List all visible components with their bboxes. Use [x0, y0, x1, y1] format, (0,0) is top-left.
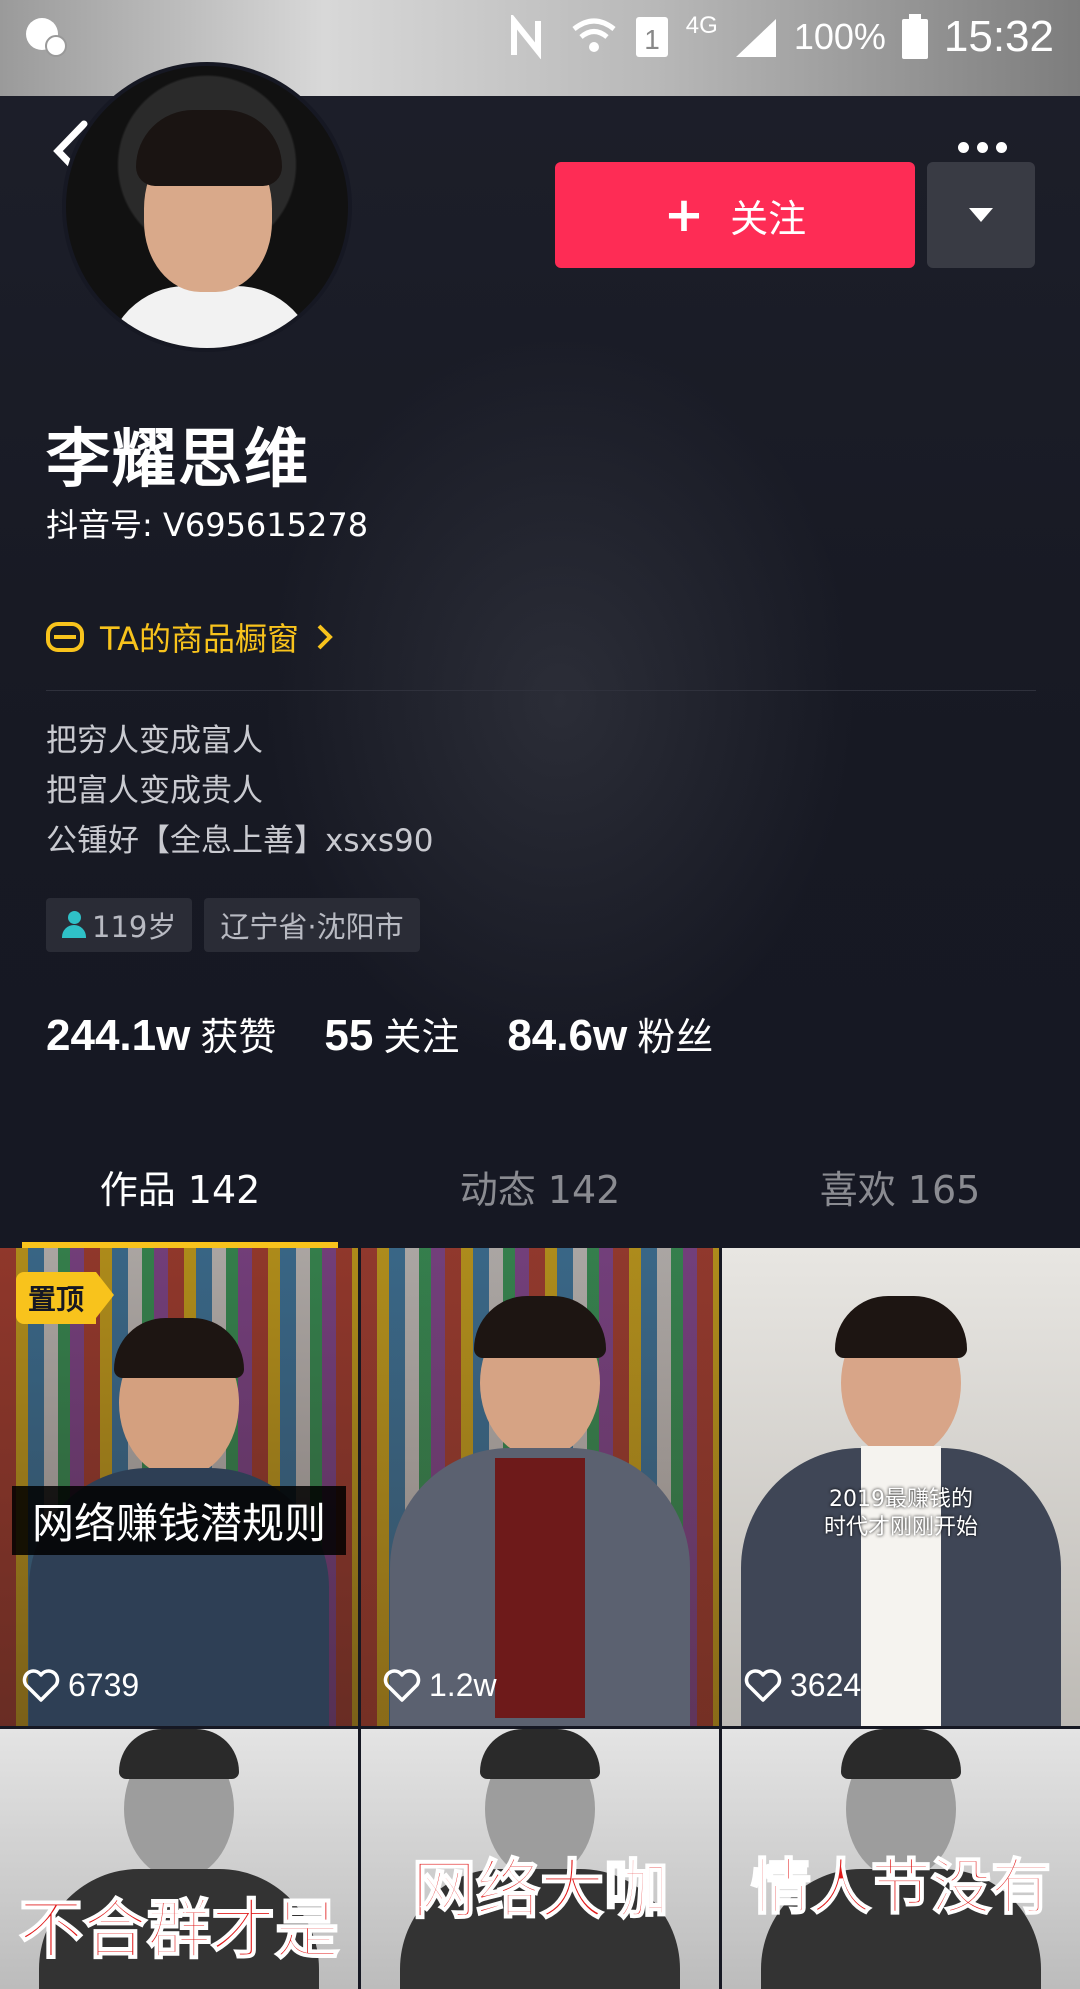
status-bar: 1 4G 100% 15:32 — [0, 0, 1080, 78]
likes-count: 1.2w — [429, 1667, 497, 1703]
video-likes: 1.2w — [383, 1667, 497, 1704]
bio-line: 把富人变成贵人 — [46, 773, 263, 809]
more-options-icon[interactable] — [958, 132, 1012, 162]
pinned-badge: 置顶 — [16, 1272, 115, 1324]
video-caption: 情人节没有 — [750, 1852, 1052, 1924]
video-thumbnail[interactable]: 情人节没有 — [722, 1729, 1080, 1989]
nfc-icon — [510, 15, 541, 59]
video-caption: 2019最赚钱的 时代才刚刚开始 — [823, 1487, 978, 1540]
bio: 把穷人变成富人 把富人变成贵人 公锺好【全息上善】xsxs90 — [46, 716, 433, 866]
shop-window-link[interactable]: TA的商品橱窗 — [46, 614, 335, 660]
age-tag: 119岁 — [46, 898, 193, 952]
profile-stats: 244.1w 获赞 55 关注 84.6w 粉丝 — [46, 1006, 713, 1061]
person-icon — [62, 911, 86, 939]
profile-tags: 119岁 辽宁省·沈阳市 — [46, 898, 420, 952]
follow-button[interactable]: + 关注 — [555, 162, 915, 268]
video-caption: 不合群才是 — [18, 1893, 340, 1969]
battery-icon — [901, 14, 928, 59]
tab-posts[interactable]: 动态 142 — [360, 1144, 720, 1248]
chevron-right-icon — [317, 624, 333, 650]
video-thumbnail[interactable]: 不合群才是 — [0, 1729, 358, 1989]
douyin-id: 抖音号: V695615278 — [46, 506, 369, 544]
profile-name: 李耀思维 — [46, 423, 310, 497]
bio-line: 把穷人变成富人 — [46, 723, 263, 759]
followers-stat[interactable]: 84.6w 粉丝 — [507, 1006, 713, 1061]
tab-works[interactable]: 作品 142 — [0, 1144, 360, 1248]
stat-label: 获赞 — [200, 1015, 277, 1059]
likes-stat[interactable]: 244.1w 获赞 — [46, 1006, 276, 1061]
stat-number: 244.1w — [46, 1011, 191, 1060]
following-stat[interactable]: 55 关注 — [324, 1006, 459, 1061]
wifi-icon — [572, 18, 616, 52]
video-thumbnail[interactable]: 1.2w — [361, 1248, 719, 1726]
video-caption: 网络大咖 — [411, 1853, 669, 1929]
video-thumbnail[interactable]: 网络大咖 — [361, 1729, 719, 1989]
stat-label: 关注 — [383, 1015, 460, 1059]
location-tag: 辽宁省·沈阳市 — [204, 898, 420, 952]
tab-likes[interactable]: 喜欢 165 — [720, 1144, 1080, 1248]
triangle-down-icon — [969, 208, 993, 222]
video-caption: 网络赚钱潜规则 — [12, 1486, 346, 1555]
battery-percent: 100% — [793, 16, 886, 57]
avatar[interactable] — [62, 62, 352, 352]
stat-number: 55 — [324, 1011, 374, 1060]
divider — [46, 690, 1036, 691]
follow-label: 关注 — [730, 196, 807, 241]
stat-label: 粉丝 — [637, 1015, 714, 1059]
age-label: 119岁 — [92, 910, 177, 944]
bio-line: 公锺好【全息上善】xsxs90 — [46, 823, 434, 859]
heart-icon — [22, 1668, 60, 1702]
signal-icon — [735, 19, 776, 57]
video-thumbnail[interactable]: 置顶 网络赚钱潜规则 6739 — [0, 1248, 358, 1726]
video-likes: 3624 — [744, 1667, 861, 1704]
location-label: 辽宁省·沈阳市 — [220, 910, 404, 944]
recommend-dropdown-button[interactable] — [927, 162, 1035, 268]
notification-icon — [26, 18, 67, 57]
sim-icon: 1 — [635, 17, 668, 57]
network-type: 4G — [685, 12, 718, 39]
video-likes: 6739 — [22, 1667, 139, 1704]
stat-number: 84.6w — [507, 1011, 628, 1060]
clock: 15:32 — [943, 12, 1054, 61]
plus-icon: + — [663, 187, 705, 243]
shop-link-label: TA的商品橱窗 — [100, 620, 299, 658]
shop-icon — [46, 622, 84, 652]
content-tabs: 作品 142 动态 142 喜欢 165 — [0, 1144, 1080, 1248]
heart-icon — [744, 1668, 782, 1702]
likes-count: 6739 — [68, 1667, 140, 1703]
video-grid: 置顶 网络赚钱潜规则 6739 1.2w 2019最赚钱的 时代才刚刚开始 36… — [0, 1248, 1080, 1989]
likes-count: 3624 — [790, 1667, 862, 1703]
heart-icon — [383, 1668, 421, 1702]
video-thumbnail[interactable]: 2019最赚钱的 时代才刚刚开始 3624 — [722, 1248, 1080, 1726]
svg-text:1: 1 — [644, 24, 660, 55]
